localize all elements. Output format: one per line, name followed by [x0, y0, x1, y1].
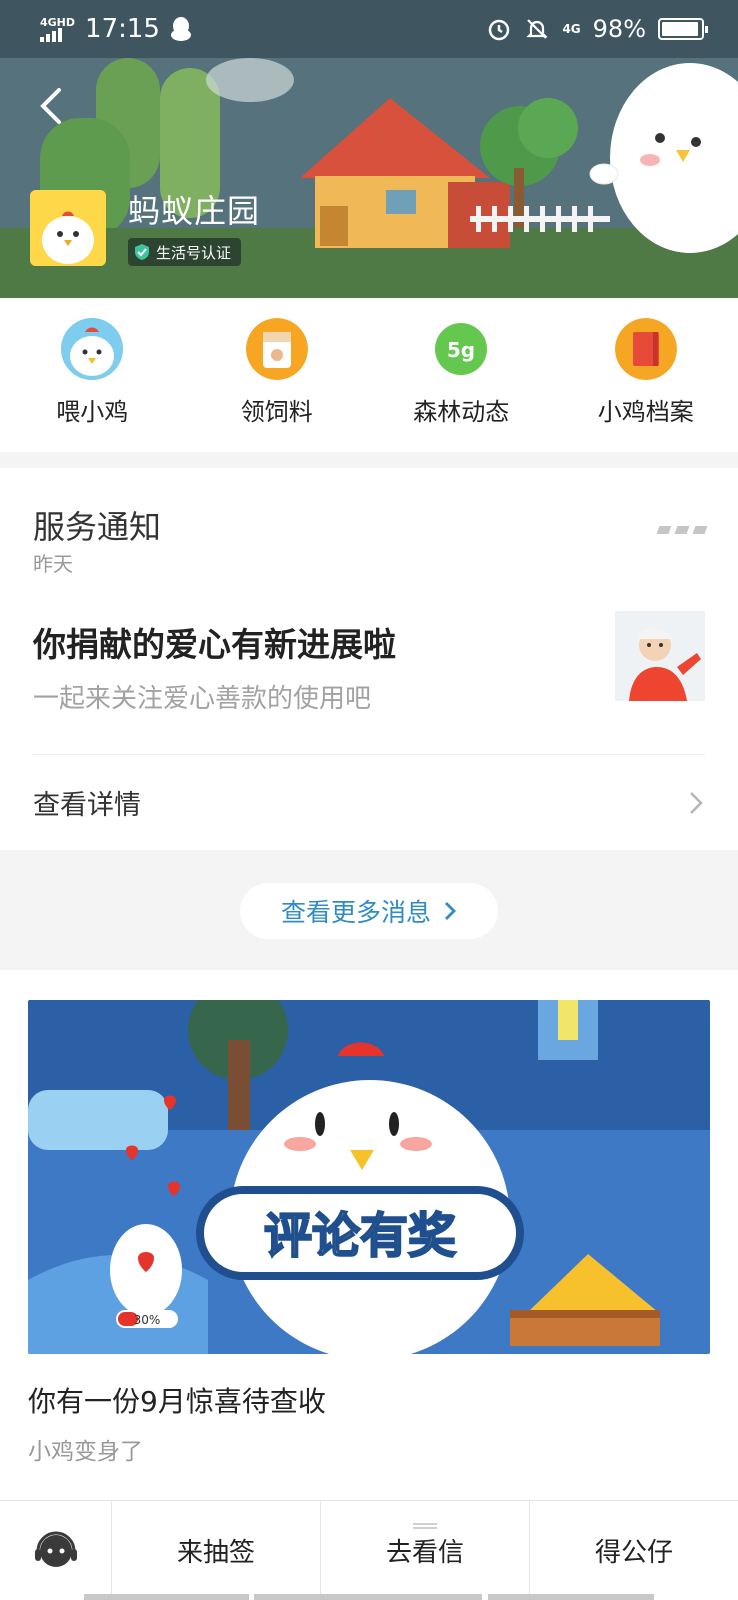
nav-read-letters[interactable]: 去看信: [321, 1501, 530, 1600]
home-indicator: [254, 1594, 482, 1600]
battery-percent: 98%: [592, 15, 646, 43]
profile-button[interactable]: [662, 84, 710, 132]
action-label: 森林动态: [413, 398, 510, 426]
back-button[interactable]: [30, 84, 70, 128]
chevron-right-icon: [445, 902, 456, 920]
chick-logo-icon: [30, 190, 106, 266]
mute-bell-icon: [526, 19, 549, 39]
farm-scene-illustration: [0, 58, 738, 298]
action-feed-chick[interactable]: 喂小鸡: [0, 298, 185, 452]
page-title: 蚂蚁庄园: [128, 192, 261, 230]
service-notification-card: 服务通知 昨天 你捐献的爱心有新进展啦 一起来关注爱心善款的使用吧 查看详情: [0, 468, 738, 850]
view-more-messages-button[interactable]: 查看更多消息: [240, 883, 498, 939]
notice-thumbnail[interactable]: [615, 611, 705, 701]
egg-progress-text: 30%: [134, 1313, 161, 1327]
home-indicator: [488, 1594, 654, 1600]
notice-time: 昨天: [33, 552, 73, 576]
quick-actions: 喂小鸡 领饲料 5g 森林动态 小鸡档案: [0, 298, 738, 452]
promo-card[interactable]: 评论有奖 30% 你有一份9月惊喜待查收 小鸡变身了: [0, 970, 738, 1500]
network-type: 4GHD: [40, 15, 76, 29]
signal-bars-icon: [40, 27, 62, 42]
menu-lines-icon: [413, 1523, 437, 1529]
shield-check-icon: [135, 244, 149, 260]
action-forest-news[interactable]: 5g 森林动态: [369, 298, 554, 452]
notice-headline[interactable]: 你捐献的爱心有新进展啦: [33, 618, 396, 666]
energy-icon-text: 5g: [447, 338, 475, 362]
nav-label: 得公仔: [594, 1538, 673, 1568]
promo-subtitle: 小鸡变身了: [28, 1439, 143, 1465]
app-logo: [30, 190, 106, 266]
verified-badge-label: 生活号认证: [156, 243, 232, 262]
action-label: 领饲料: [240, 398, 313, 426]
view-more-messages-label: 查看更多消息: [280, 898, 431, 927]
headset-icon: [34, 1531, 77, 1567]
notice-title: 服务通知: [33, 508, 162, 546]
qq-penguin-icon: [170, 17, 191, 41]
bottom-nav: 来抽签 去看信 得公仔: [0, 1500, 738, 1600]
status-bar: 4GHD 17:15 4G 98%: [0, 0, 738, 58]
more-options-icon[interactable]: [656, 526, 708, 534]
promo-title: 你有一份9月惊喜待查收: [28, 1385, 326, 1418]
back-arrow-icon: [40, 88, 61, 124]
alarm-icon: [489, 19, 510, 41]
home-indicator: [84, 1594, 249, 1600]
archive-book-icon: [614, 318, 677, 380]
verified-badge: 生活号认证: [128, 238, 242, 266]
feed-bag-icon: [245, 318, 308, 380]
action-label: 喂小鸡: [56, 398, 129, 426]
energy-5g-icon: 5g: [430, 318, 492, 380]
nav-draw-lots[interactable]: 来抽签: [112, 1501, 321, 1600]
promo-banner-text: 评论有奖: [264, 1208, 456, 1264]
action-chick-archive[interactable]: 小鸡档案: [554, 298, 738, 452]
clock: 17:15: [85, 14, 160, 44]
battery-icon: [658, 18, 708, 40]
notice-description: 一起来关注爱心善款的使用吧: [33, 684, 372, 714]
user-profile-icon: [666, 88, 706, 129]
action-label: 小鸡档案: [597, 398, 694, 426]
signal-indicator: 4GHD: [40, 17, 75, 42]
customer-service-button[interactable]: [0, 1501, 112, 1600]
view-details-label: 查看详情: [33, 790, 141, 821]
chick-face-icon: [61, 318, 124, 380]
action-get-feed[interactable]: 领饲料: [185, 298, 370, 452]
view-details-row[interactable]: 查看详情: [0, 755, 738, 850]
nav-get-doll[interactable]: 得公仔: [530, 1501, 738, 1600]
nav-label: 去看信: [385, 1538, 464, 1568]
promo-banner[interactable]: 评论有奖 30%: [28, 1000, 710, 1354]
network-type-right: 4G: [562, 22, 581, 36]
nav-label: 来抽签: [176, 1538, 255, 1568]
chevron-right-icon: [690, 791, 703, 814]
